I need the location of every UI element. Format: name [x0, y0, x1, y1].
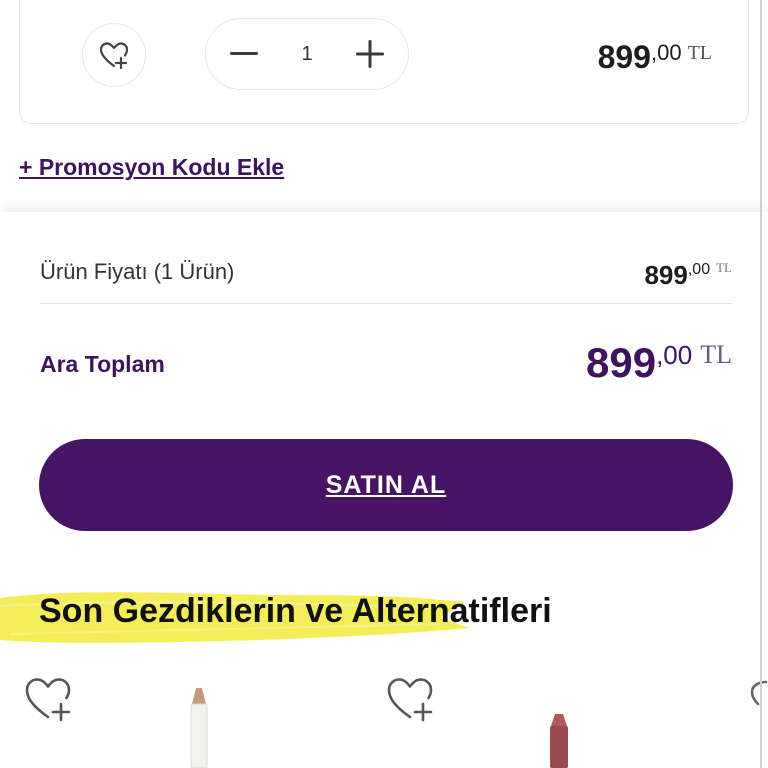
subtotal-label: Ara Toplam — [40, 351, 165, 377]
add-to-favorites-button[interactable] — [82, 23, 146, 87]
product-price-integer: 899 — [644, 260, 688, 290]
quantity-value: 1 — [301, 42, 313, 65]
item-price-decimal: ,00 — [650, 40, 682, 65]
product-2-image[interactable] — [546, 712, 572, 768]
quantity-stepper: 1 — [205, 18, 409, 90]
minus-icon — [230, 52, 258, 55]
add-promo-code-link[interactable]: + Promosyon Kodu Ekle — [19, 154, 284, 181]
subtotal-value: 899 ,00 TL — [586, 338, 732, 398]
page-scrollbar[interactable] — [758, 0, 764, 768]
product-1-favorite-button[interactable] — [24, 676, 74, 722]
subtotal-decimal: ,00 — [656, 340, 693, 370]
heart-plus-icon — [99, 42, 129, 69]
product-price-decimal: ,00 — [687, 261, 711, 278]
product-1-image[interactable] — [186, 686, 212, 768]
buy-button-label: SATIN AL — [325, 470, 447, 499]
item-price-currency: TL — [687, 42, 712, 64]
increase-quantity-button[interactable] — [352, 36, 388, 72]
product-2-favorite-button[interactable] — [386, 676, 436, 722]
heart-plus-icon — [387, 678, 433, 722]
product-price-row: Ürün Fiyatı (1 Ürün) 899 ,00 TL — [40, 244, 732, 304]
item-price-integer: 899 — [597, 39, 651, 75]
decrease-quantity-button[interactable] — [226, 36, 262, 72]
product-price-currency: TL — [716, 260, 732, 275]
heart-plus-icon — [25, 678, 71, 722]
scrollbar-track — [760, 0, 762, 768]
order-summary: Ürün Fiyatı (1 Ürün) 899 ,00 TL Ara Topl… — [0, 212, 768, 592]
buy-button[interactable]: SATIN AL — [39, 439, 733, 531]
plus-icon — [356, 40, 384, 68]
item-price: 899 ,00 TL — [598, 39, 712, 75]
product-price-value: 899 ,00 TL — [644, 260, 732, 303]
subtotal-currency: TL — [700, 340, 732, 369]
product-price-label: Ürün Fiyatı (1 Ürün) — [40, 259, 235, 284]
recently-viewed-title: Son Gezdiklerin ve Alternatifleri — [39, 592, 552, 630]
subtotal-integer: 899 — [586, 339, 657, 386]
subtotal-row: Ara Toplam 899 ,00 TL — [40, 338, 732, 398]
cart-item-card: 1 899 ,00 TL — [19, 0, 749, 124]
recently-viewed-header: Son Gezdiklerin ve Alternatifleri — [0, 578, 768, 658]
